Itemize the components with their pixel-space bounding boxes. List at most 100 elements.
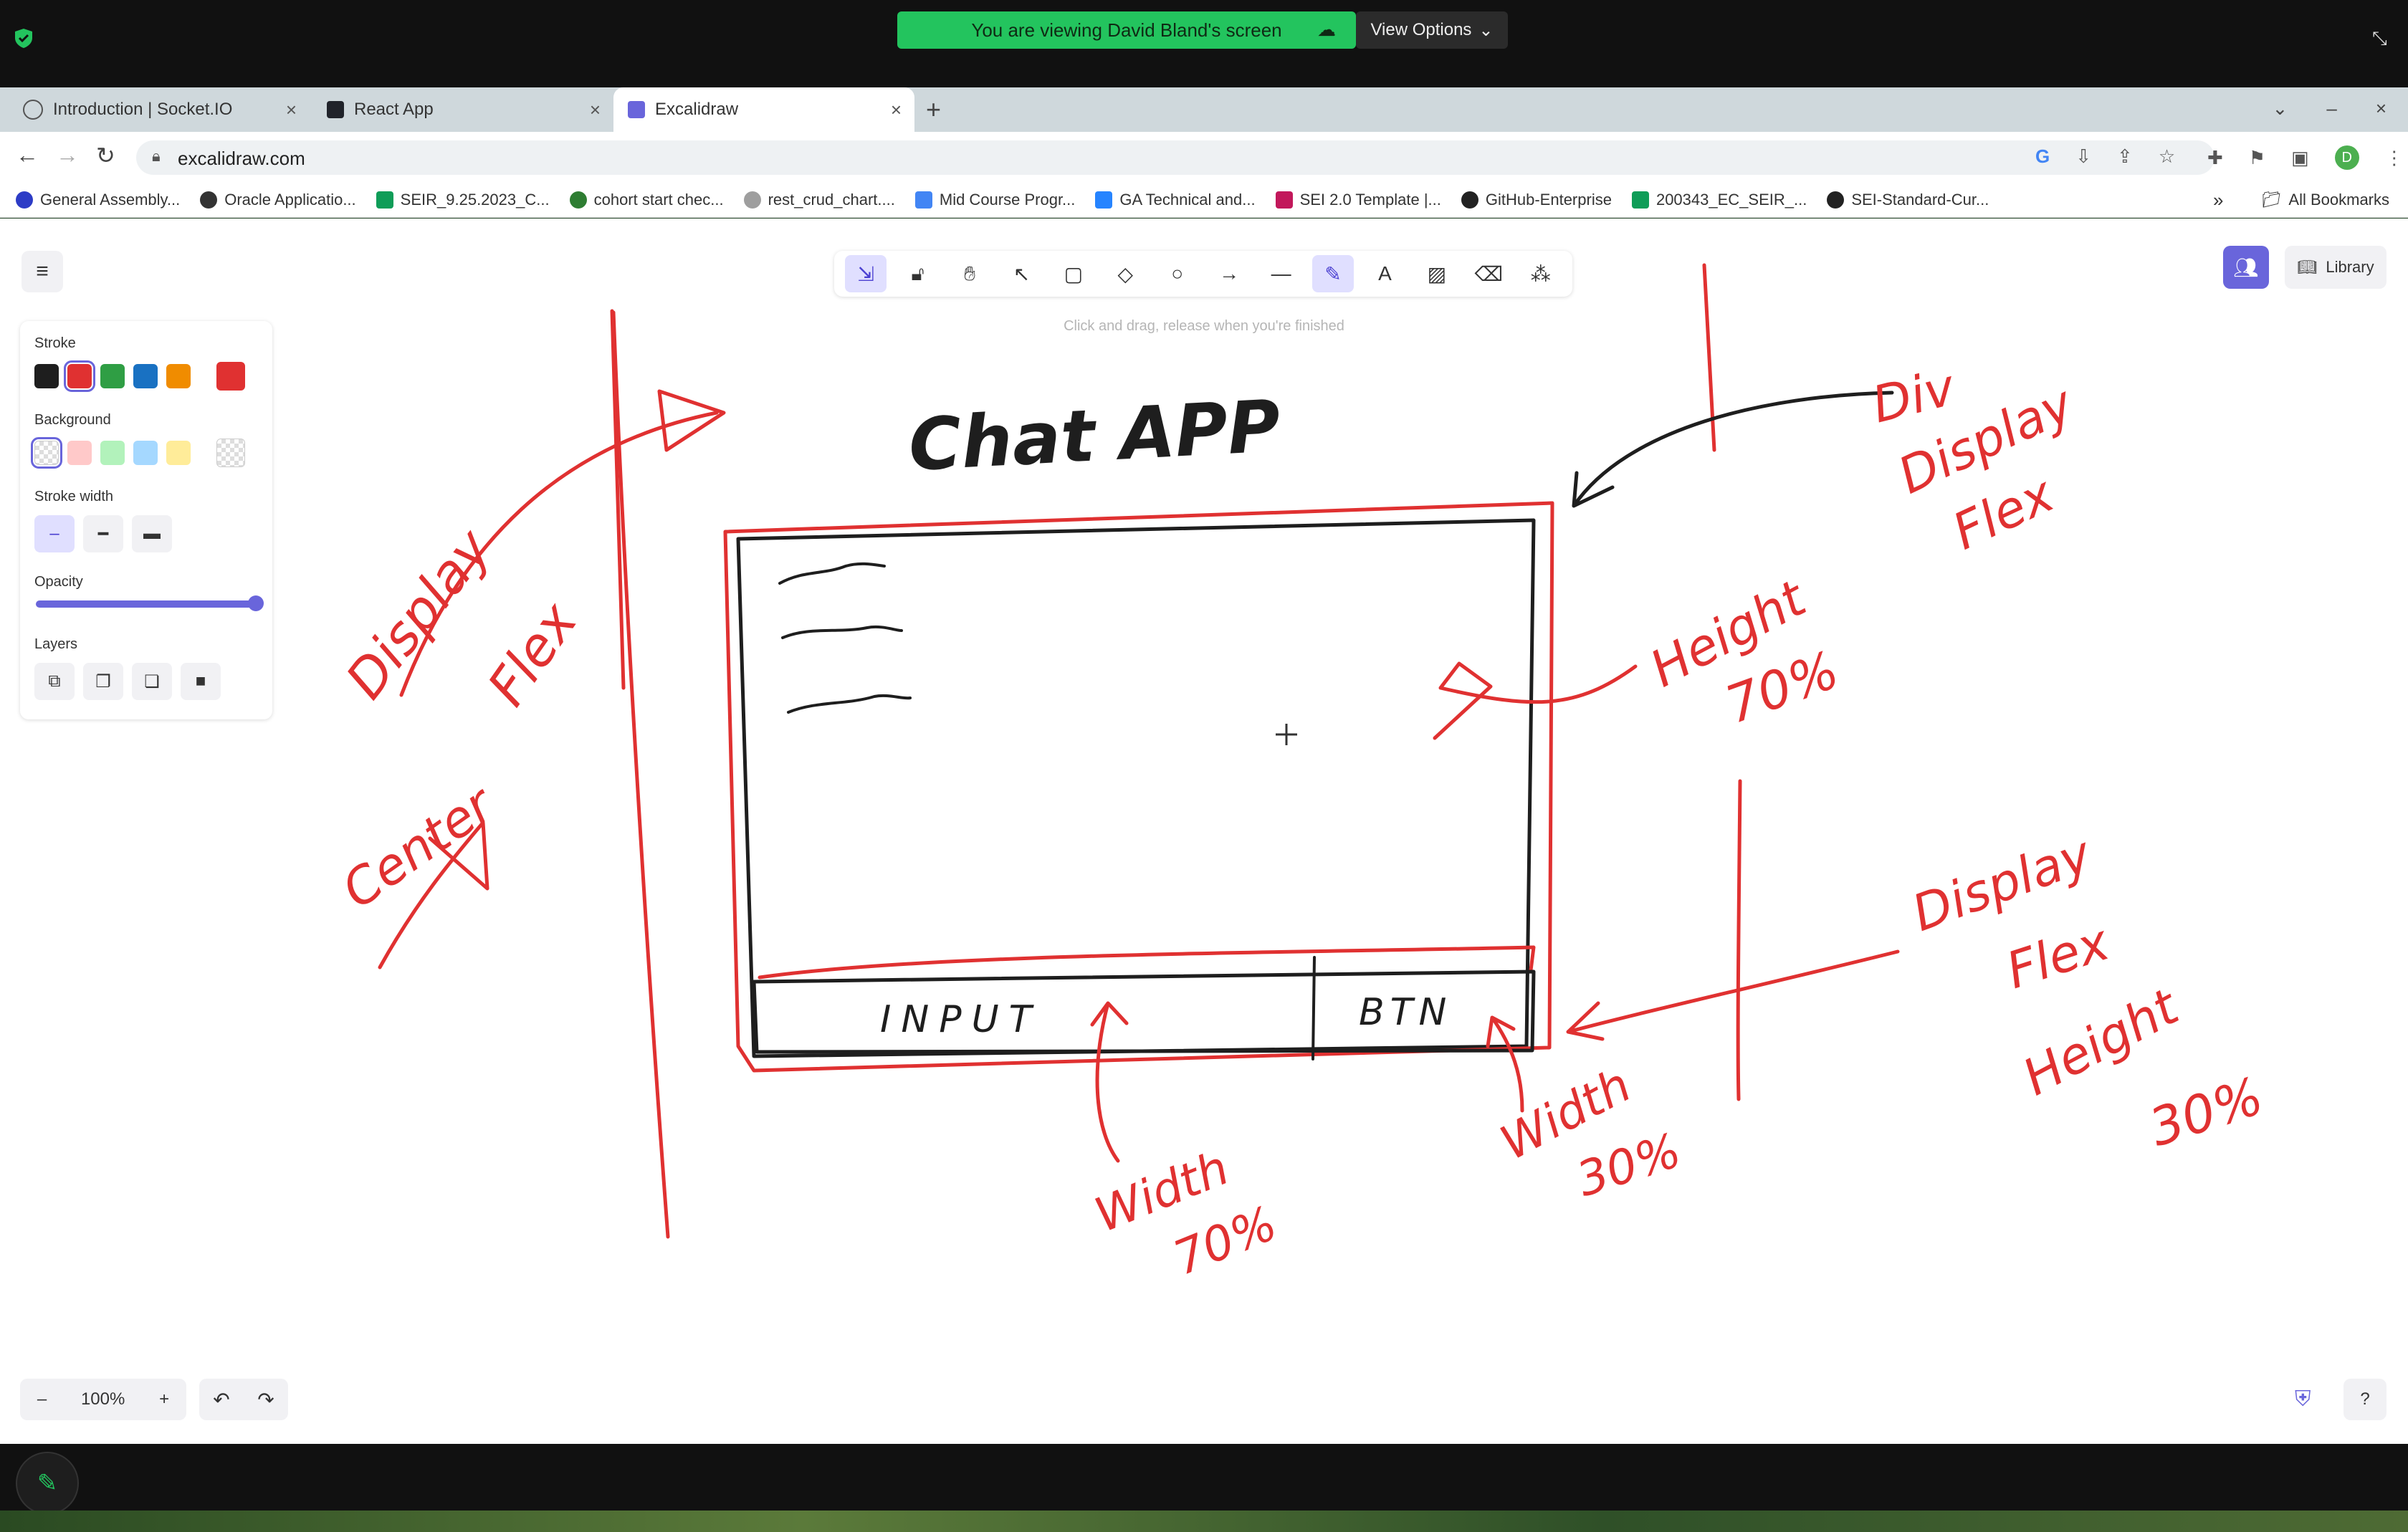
all-bookmarks[interactable]: 📁︎ All Bookmarks — [2261, 191, 2389, 209]
current-stroke-swatch[interactable] — [216, 362, 245, 391]
bg-swatch-transparent[interactable] — [31, 437, 62, 469]
bookmark[interactable]: Oracle Applicatio... — [200, 190, 356, 209]
arrow-icon[interactable]: → — [1208, 255, 1250, 292]
more-bookmarks-icon[interactable]: » — [2213, 189, 2223, 211]
ellipse-icon[interactable]: ○ — [1157, 255, 1198, 292]
bookmark[interactable]: cohort start chec... — [569, 191, 724, 209]
text-icon[interactable]: A — [1364, 255, 1405, 292]
star-icon[interactable]: ☆ — [2159, 145, 2175, 168]
extensions-icon[interactable]: ✚ — [2207, 147, 2223, 169]
library-button[interactable]: 📖︎ Library — [2285, 246, 2386, 289]
note-div: Div — [1866, 358, 1962, 435]
install-icon[interactable]: ⇩ — [2075, 145, 2091, 168]
view-options-button[interactable]: View Options ⌄ — [1356, 11, 1508, 49]
menu-dots-icon[interactable]: ⋮ — [2385, 147, 2404, 169]
bring-forward-icon[interactable]: ❏ — [132, 663, 172, 700]
extension-icon[interactable]: ⚑ — [2249, 147, 2265, 169]
library-label: Library — [2326, 258, 2374, 276]
new-tab-icon[interactable]: + — [926, 95, 941, 125]
image-icon[interactable]: ▨ — [1416, 255, 1458, 292]
share-icon[interactable]: ⇪ — [2117, 145, 2133, 168]
zoom-level[interactable]: 100% — [81, 1389, 125, 1409]
zoom-in-icon[interactable]: + — [159, 1389, 169, 1409]
bg-swatch-blue[interactable] — [133, 441, 158, 465]
forward-icon[interactable]: → — [56, 142, 79, 168]
rectangle-icon[interactable]: ▢ — [1053, 255, 1094, 292]
eraser-icon[interactable]: ⌫ — [1468, 255, 1509, 292]
send-to-back-icon[interactable]: ⧉ — [34, 663, 75, 700]
close-icon[interactable]: × — [590, 99, 601, 121]
redo-icon[interactable]: ↷ — [257, 1388, 274, 1412]
hand-icon[interactable]: ✋︎ — [949, 255, 990, 292]
stroke-swatch-orange[interactable] — [166, 364, 191, 388]
bookmark-label: Mid Course Progr... — [939, 190, 1076, 209]
bookmark[interactable]: GitHub-Enterprise — [1461, 191, 1612, 209]
excalidraw-canvas[interactable]: Chat APP INPUT BTN Display Flex Center D… — [0, 219, 2408, 1444]
users-icon: 👥︎ — [2233, 256, 2259, 279]
help-button[interactable]: ? — [2344, 1379, 2386, 1420]
stroke-swatch-red[interactable] — [64, 360, 95, 392]
exit-fullscreen-icon[interactable]: ⤡ — [2372, 27, 2387, 50]
bring-to-front-icon[interactable]: ■ — [181, 663, 221, 700]
reload-icon[interactable]: ↻ — [96, 142, 115, 169]
collaborate-button[interactable]: 👥︎ — [2223, 246, 2269, 289]
bookmark-icon — [16, 191, 33, 209]
main-menu-button[interactable]: ≡ — [22, 251, 63, 292]
bookmark-icon — [914, 191, 932, 209]
bg-swatch-yellow[interactable] — [166, 441, 191, 465]
bookmark-label: 200343_EC_SEIR_... — [1656, 190, 1807, 209]
zoom-out-icon[interactable]: – — [37, 1389, 47, 1409]
bookmark[interactable]: 200343_EC_SEIR_... — [1631, 190, 1807, 209]
bookmark[interactable]: GA Technical and... — [1095, 191, 1256, 209]
bookmark[interactable]: SEIR_9.25.2023_C... — [376, 191, 550, 209]
close-icon[interactable]: × — [286, 99, 297, 121]
draw-pencil-icon[interactable]: ✎ — [1312, 255, 1354, 292]
selection-icon[interactable]: ↖ — [1000, 255, 1042, 292]
bookmark[interactable]: SEI 2.0 Template |... — [1275, 191, 1441, 209]
unlock-icon[interactable]: 🔓︎ — [897, 255, 939, 292]
bookmark-label: General Assembly... — [40, 190, 181, 209]
send-backward-icon[interactable]: ❐ — [83, 663, 123, 700]
tab-socketio[interactable]: Introduction | Socket.IO × — [9, 87, 310, 132]
close-window-icon[interactable]: × — [2376, 97, 2386, 120]
opacity-slider-handle[interactable] — [248, 595, 264, 611]
minimize-icon[interactable]: – — [2326, 97, 2336, 120]
stroke-swatch-green[interactable] — [100, 364, 125, 388]
bookmark[interactable]: rest_crud_chart.... — [743, 191, 895, 209]
line-icon[interactable]: — — [1261, 255, 1302, 292]
bookmark-label: Oracle Applicatio... — [224, 190, 356, 209]
current-bg-swatch[interactable] — [216, 439, 245, 467]
bookmark[interactable]: SEI-Standard-Cur... — [1827, 191, 1989, 209]
address-bar[interactable] — [136, 140, 2214, 175]
close-icon[interactable]: × — [891, 99, 902, 121]
tool-lock-icon[interactable]: ⇲ — [845, 255, 887, 292]
layers-label: Layers — [34, 636, 78, 652]
bg-swatch-green[interactable] — [100, 441, 125, 465]
tab-react-app[interactable]: React App × — [312, 87, 613, 132]
tab-search-icon[interactable]: ⌄ — [2273, 97, 2288, 120]
encryption-shield-icon[interactable]: ⛨ — [2295, 1387, 2311, 1412]
opacity-slider[interactable] — [36, 595, 264, 611]
more-tools-icon[interactable]: ⁂ — [1520, 255, 1562, 292]
undo-icon[interactable]: ↶ — [213, 1388, 229, 1412]
bookmark[interactable]: General Assembly... — [16, 191, 180, 209]
stroke-thin-button[interactable]: – — [34, 515, 75, 552]
bookmark[interactable]: Mid Course Progr... — [914, 190, 1076, 209]
bg-swatch-pink[interactable] — [67, 441, 92, 465]
back-icon[interactable]: ← — [16, 142, 39, 168]
stroke-extra-bold-button[interactable]: ▬ — [132, 515, 172, 552]
tab-label: Excalidraw — [655, 100, 739, 119]
tab-excalidraw[interactable]: Excalidraw × — [613, 87, 914, 132]
diamond-icon[interactable]: ◇ — [1104, 255, 1146, 292]
shape-toolbar: ⇲ 🔓︎ ✋︎ ↖ ▢ ◇ ○ → — ✎ A ▨ ⌫ ⁂ — [834, 251, 1572, 297]
google-icon[interactable]: G — [2035, 145, 2050, 168]
lock-icon[interactable]: 🔒︎ — [152, 147, 161, 166]
socketio-icon — [23, 100, 43, 120]
annotate-pencil-icon[interactable]: ✎ — [16, 1452, 79, 1515]
avatar[interactable]: D — [2334, 145, 2359, 170]
stroke-bold-button[interactable]: ━ — [83, 515, 123, 552]
stroke-swatch-blue[interactable] — [133, 364, 158, 388]
url-text[interactable]: excalidraw.com — [178, 148, 305, 170]
side-panel-icon[interactable]: ▣ — [2291, 147, 2309, 169]
stroke-swatch-black[interactable] — [34, 364, 59, 388]
